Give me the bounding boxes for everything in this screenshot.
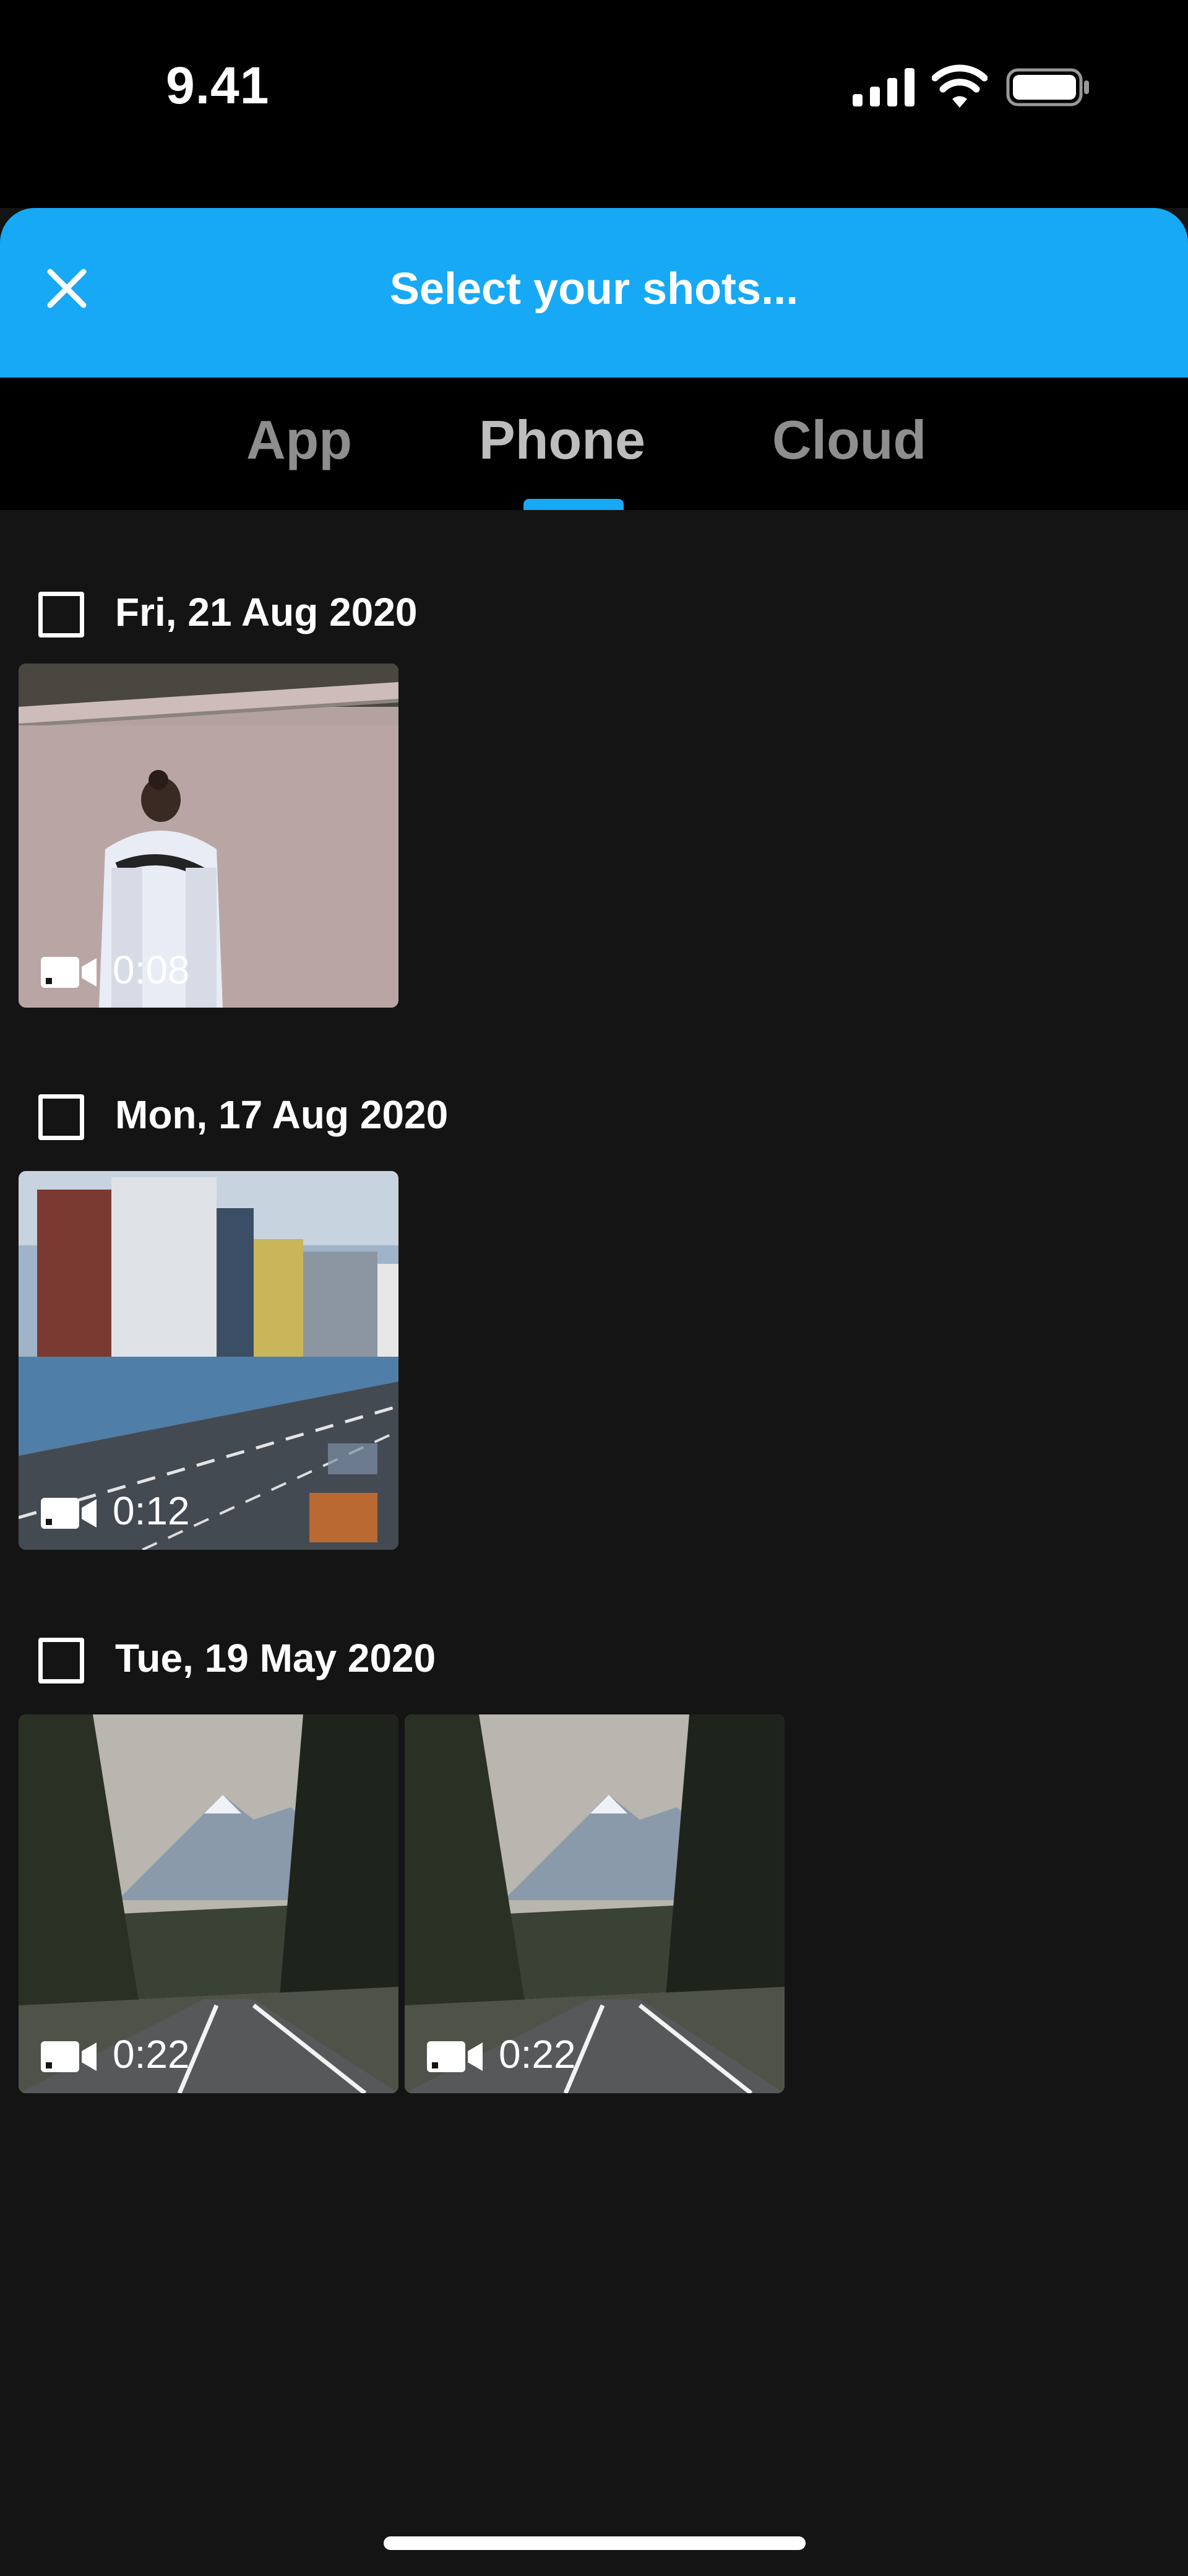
select-date-checkbox[interactable] [38,1094,84,1140]
select-date-checkbox[interactable] [38,1638,84,1683]
date-label: Tue, 19 May 2020 [115,1636,436,1680]
tab-app[interactable]: App [246,408,352,472]
date-label: Fri, 21 Aug 2020 [115,590,418,634]
video-camera-icon [427,2041,483,2072]
video-duration: 0:12 [113,1489,190,1533]
select-date-checkbox[interactable] [38,592,84,638]
video-duration: 0:08 [113,948,190,992]
video-thumbnail[interactable]: 0:08 [19,663,398,1008]
video-camera-icon [41,2041,97,2072]
battery-icon [1006,68,1089,106]
page-title: Select your shots... [389,264,799,314]
status-bar: 9.41 [0,0,1188,208]
wifi-icon [932,64,988,108]
video-thumbnail[interactable]: 0:22 [405,1714,785,2093]
mountain-road-photo [405,1714,785,2093]
tab-cloud[interactable]: Cloud [772,408,926,472]
video-thumbnail[interactable]: 0:22 [19,1714,398,2093]
cellular-signal-icon [853,68,915,106]
mountain-road-photo [19,1714,398,2093]
status-time: 9.41 [166,56,270,115]
video-camera-icon [41,1498,97,1529]
video-duration: 0:22 [499,2032,576,2077]
video-duration: 0:22 [113,2032,190,2077]
video-thumbnail[interactable]: 0:12 [19,1171,398,1550]
home-indicator[interactable] [384,2536,806,2550]
date-label: Mon, 17 Aug 2020 [115,1092,449,1137]
video-camera-icon [41,957,97,988]
active-tab-indicator [523,499,624,510]
city-highway-photo [19,1171,398,1550]
tab-phone[interactable]: Phone [479,408,645,472]
